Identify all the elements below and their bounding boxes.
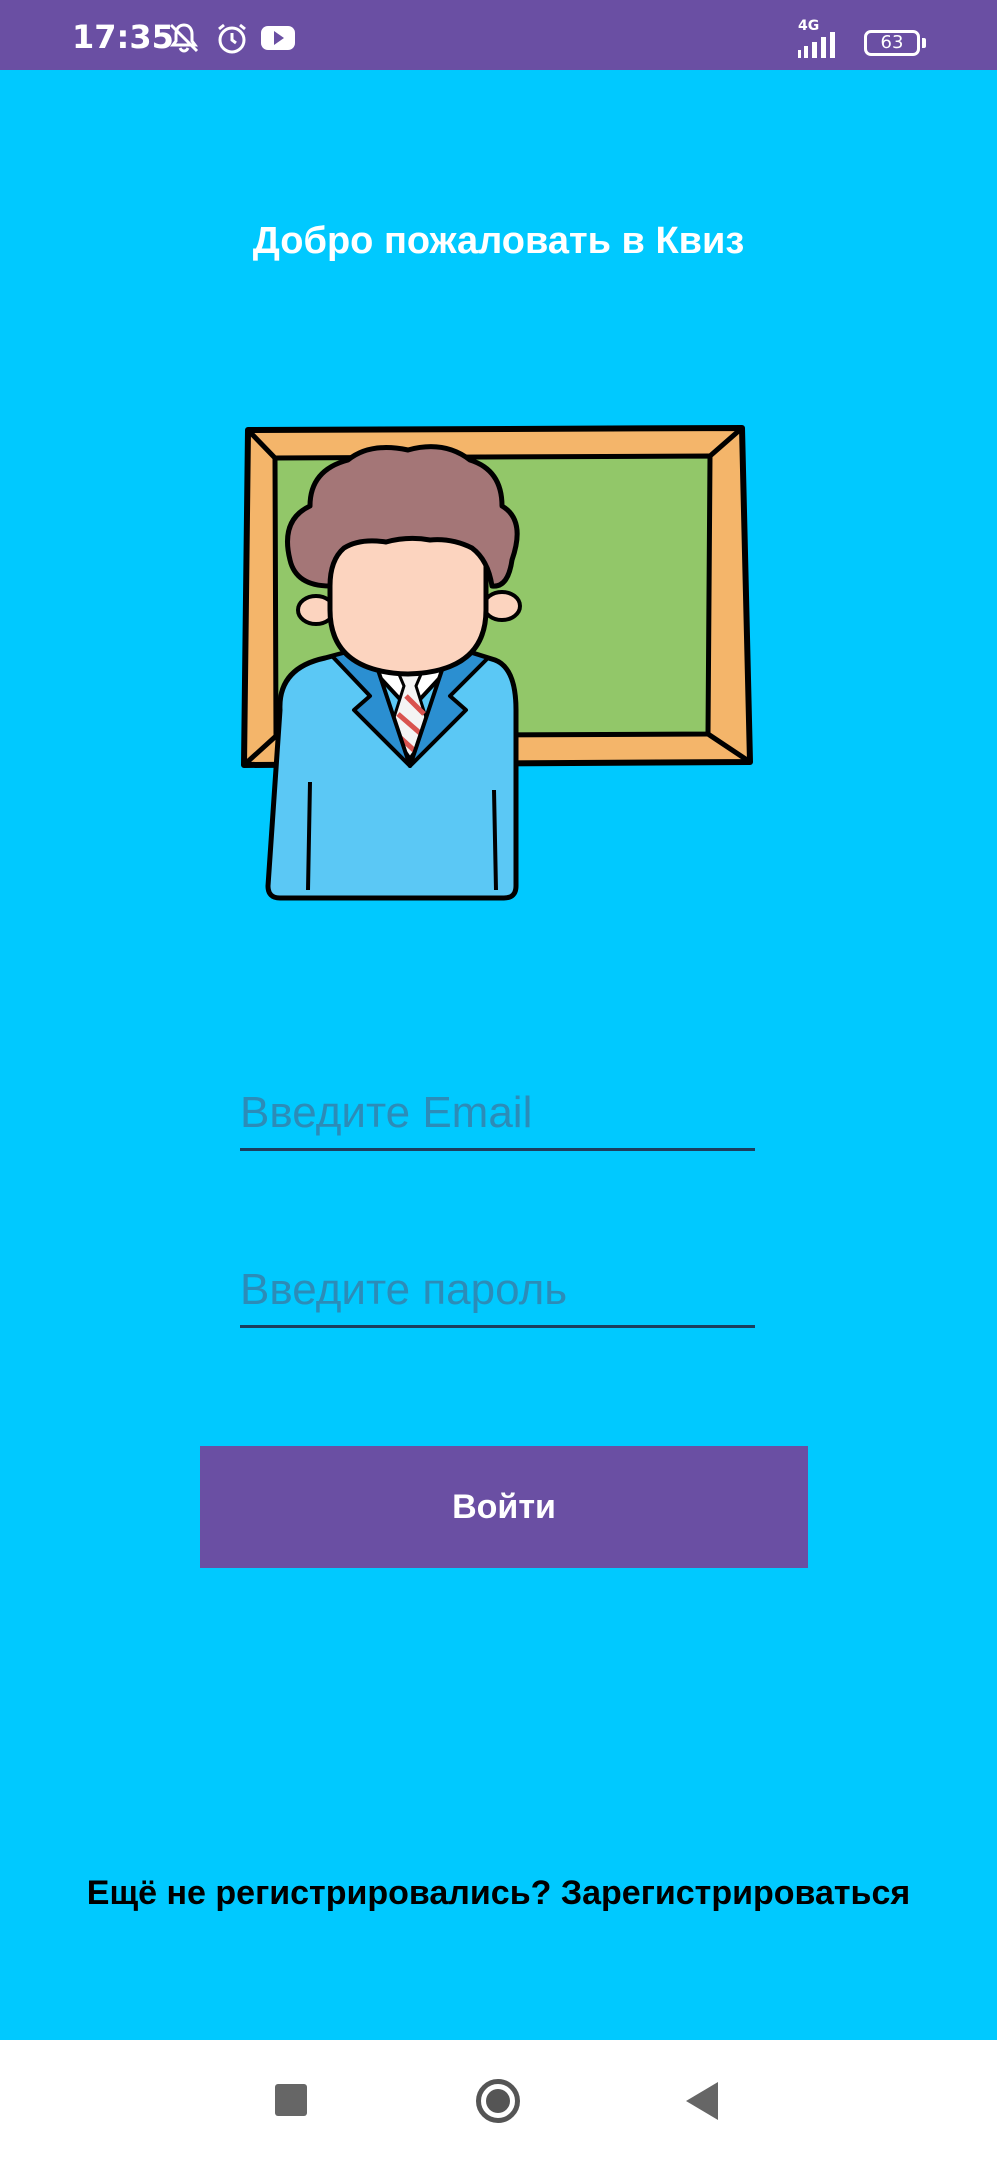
signal-icon (798, 32, 835, 58)
password-input[interactable] (240, 1255, 755, 1325)
alarm-icon (218, 23, 246, 54)
battery-icon: 63 (864, 30, 920, 56)
page-title: Добро пожаловать в Квиз (252, 220, 745, 262)
battery-tip (922, 38, 926, 48)
register-link[interactable]: Зарегистрироваться (561, 1874, 910, 1912)
back-icon[interactable] (686, 2082, 718, 2120)
teacher-illustration (241, 425, 753, 901)
email-field[interactable] (240, 1078, 755, 1151)
register-prompt-line: Ещё не регистрировались? Зарегистрироват… (0, 1874, 997, 1913)
status-bar: 17:35 4G 63 (0, 0, 997, 70)
youtube-icon (261, 26, 295, 50)
home-icon[interactable] (476, 2079, 520, 2123)
register-prompt-text: Ещё не регистрировались? (86, 1874, 552, 1912)
password-field[interactable] (240, 1255, 755, 1328)
email-input[interactable] (240, 1078, 755, 1148)
battery-level: 63 (880, 32, 904, 53)
login-button[interactable]: Войти (200, 1446, 808, 1568)
notifications-off-icon (169, 23, 199, 53)
recent-apps-icon[interactable] (275, 2084, 307, 2116)
status-time: 17:35 (72, 18, 174, 56)
